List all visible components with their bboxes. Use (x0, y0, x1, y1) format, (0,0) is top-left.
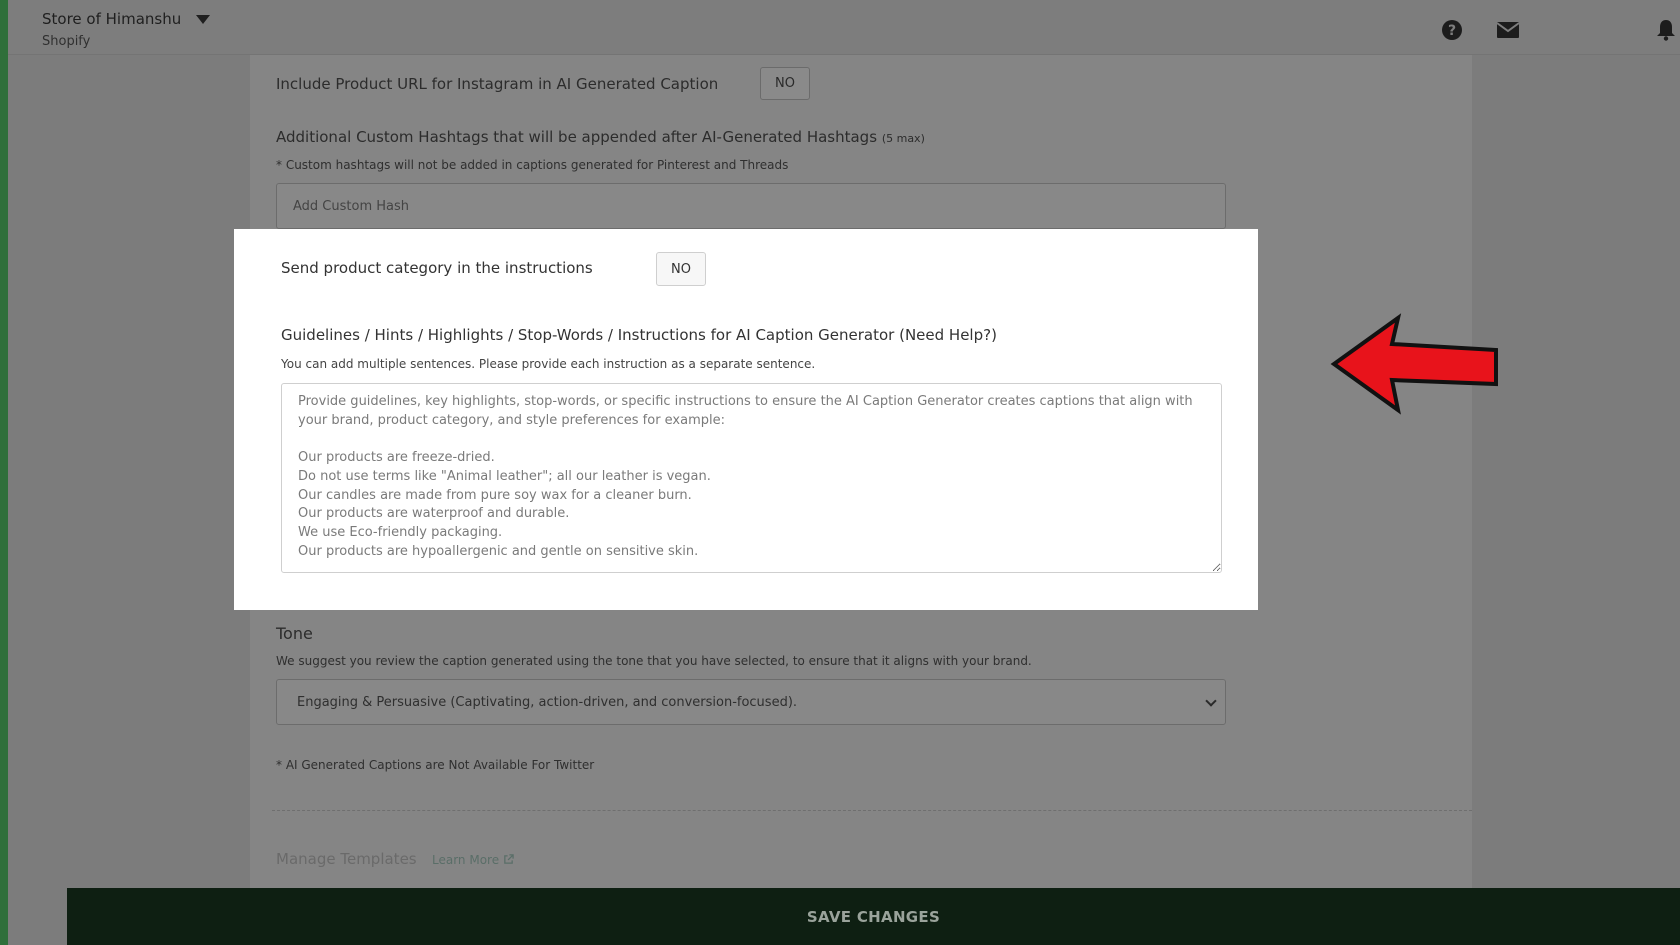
chevron-down-icon (1205, 695, 1217, 707)
instagram-url-label: Include Product URL for Instagram in AI … (276, 75, 719, 93)
hashtags-title: Additional Custom Hashtags that will be … (276, 128, 925, 146)
mail-icon[interactable] (1496, 18, 1520, 42)
guidelines-textarea[interactable] (281, 383, 1222, 573)
guidelines-description: You can add multiple sentences. Please p… (281, 357, 816, 371)
need-help-link[interactable]: (Need Help?) (899, 326, 997, 344)
highlighted-section: Send product category in the instruction… (234, 229, 1258, 610)
left-accent-strip (0, 0, 8, 945)
twitter-note: * AI Generated Captions are Not Availabl… (276, 758, 595, 772)
tone-select[interactable]: Engaging & Persuasive (Captivating, acti… (276, 679, 1226, 725)
guidelines-title: Guidelines / Hints / Highlights / Stop-W… (281, 326, 997, 344)
hashtags-max-note: (5 max) (881, 132, 925, 145)
tone-description: We suggest you review the caption genera… (276, 654, 1032, 668)
store-dropdown-caret-icon[interactable] (196, 15, 210, 24)
tone-title: Tone (276, 624, 313, 643)
manage-templates-title: Manage Templates (276, 850, 417, 868)
svg-text:?: ? (1448, 23, 1456, 39)
platform-label: Shopify (42, 34, 91, 49)
top-bar: Store of Himanshu Shopify ? (8, 0, 1680, 55)
red-arrow-annotation-icon (1330, 313, 1498, 415)
product-category-label: Send product category in the instruction… (281, 259, 593, 277)
save-changes-label: SAVE CHANGES (806, 907, 941, 926)
hashtags-note: * Custom hashtags will not be added in c… (276, 158, 789, 172)
tone-selected-value: Engaging & Persuasive (Captivating, acti… (297, 694, 798, 710)
external-link-icon (504, 854, 514, 864)
bell-icon[interactable] (1654, 18, 1678, 42)
custom-hashtag-input[interactable] (276, 183, 1226, 229)
guidelines-title-text: Guidelines / Hints / Highlights / Stop-W… (281, 326, 895, 344)
instagram-url-toggle[interactable]: NO (760, 67, 810, 100)
save-changes-button[interactable]: SAVE CHANGES (67, 888, 1680, 945)
section-divider (272, 810, 1472, 811)
help-icon[interactable]: ? (1440, 18, 1464, 42)
learn-more-link[interactable]: Learn More (432, 853, 514, 867)
hashtags-title-text: Additional Custom Hashtags that will be … (276, 128, 878, 146)
store-name[interactable]: Store of Himanshu (42, 10, 181, 28)
product-category-toggle[interactable]: NO (656, 252, 706, 286)
learn-more-text: Learn More (432, 853, 500, 867)
